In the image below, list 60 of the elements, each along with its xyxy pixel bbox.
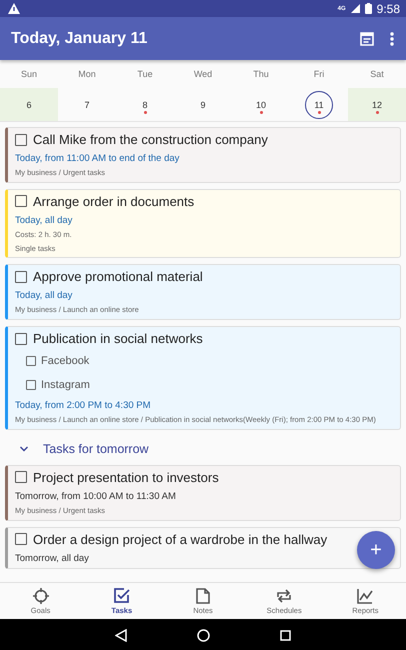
note-icon	[194, 587, 212, 605]
task-time: Tomorrow, all day	[15, 552, 90, 564]
warning-icon	[8, 3, 20, 14]
checkbox[interactable]	[15, 471, 27, 484]
task-time: Today, all day	[15, 214, 74, 226]
checkbox[interactable]	[15, 533, 27, 545]
section-header[interactable]: Tasks for tomorrow	[43, 442, 149, 456]
clock: 9:58	[376, 2, 400, 16]
weekday-label: Wed	[192, 68, 214, 81]
checkbox[interactable]	[26, 356, 36, 366]
repeat-icon	[275, 587, 294, 605]
home-icon[interactable]	[197, 628, 210, 642]
calendar-icon[interactable]	[360, 31, 374, 46]
calendar-day[interactable]: 11	[290, 88, 348, 121]
day-number: 8	[141, 98, 148, 112]
crosshair-icon	[32, 587, 50, 605]
task-time: Today, from 2:00 PM to 4:30 PM	[15, 400, 152, 411]
weekday-label: Thu	[252, 68, 270, 81]
task-time: Today, from 11:00 AM to end of the day	[15, 153, 180, 164]
recents-icon[interactable]	[280, 630, 291, 640]
task-title: Call Mike from the construction company	[33, 132, 268, 147]
day-number: 9	[199, 98, 206, 112]
chevron-icon[interactable]	[19, 444, 29, 453]
task-title: Project presentation to investors	[33, 470, 219, 485]
weekday-label: Sun	[20, 68, 38, 81]
weekday-label: Fri	[312, 68, 326, 81]
app-title: Today, January 11	[11, 30, 148, 48]
calendar-day[interactable]: 7	[58, 88, 116, 121]
task-title: Order a design project of a wardrobe in the hallway	[33, 532, 328, 546]
day-number: 11	[305, 90, 333, 118]
calendar-day[interactable]: 12	[348, 88, 406, 121]
checkbox[interactable]	[15, 134, 27, 146]
more-icon[interactable]	[390, 32, 394, 46]
task-title: Approve promotional material	[33, 269, 203, 284]
chart-icon	[356, 587, 374, 605]
signal-icon	[350, 4, 360, 13]
checkbox[interactable]	[15, 270, 27, 283]
weekday-label: Sat	[369, 68, 385, 81]
calendar-day[interactable]: 9	[174, 88, 232, 121]
calendar-day[interactable]: 8	[116, 88, 174, 121]
back-icon[interactable]	[115, 628, 127, 642]
battery-icon	[364, 3, 372, 14]
subtask-title: Facebook	[41, 355, 90, 367]
subtask-title: Instagram	[41, 379, 90, 391]
calendar-day[interactable]: 6	[0, 88, 58, 121]
task-time: Today, all day	[15, 290, 74, 302]
day-number: 6	[25, 98, 32, 112]
checkbox[interactable]	[15, 195, 27, 208]
checkbox-icon	[112, 587, 131, 605]
checkbox[interactable]	[26, 380, 36, 390]
day-number: 12	[370, 98, 383, 112]
task-title: Publication in social networks	[33, 331, 203, 346]
checkbox[interactable]	[15, 332, 27, 344]
day-number: 7	[83, 98, 90, 112]
weekday-label: Tue	[136, 68, 154, 81]
task-title: Arrange order in documents	[33, 194, 194, 209]
day-number: 10	[254, 98, 267, 112]
task-time: Tomorrow, from 10:00 AM to 11:30 AM	[15, 490, 177, 502]
weekday-label: Mon	[77, 68, 97, 81]
calendar-day[interactable]: 10	[232, 88, 290, 121]
